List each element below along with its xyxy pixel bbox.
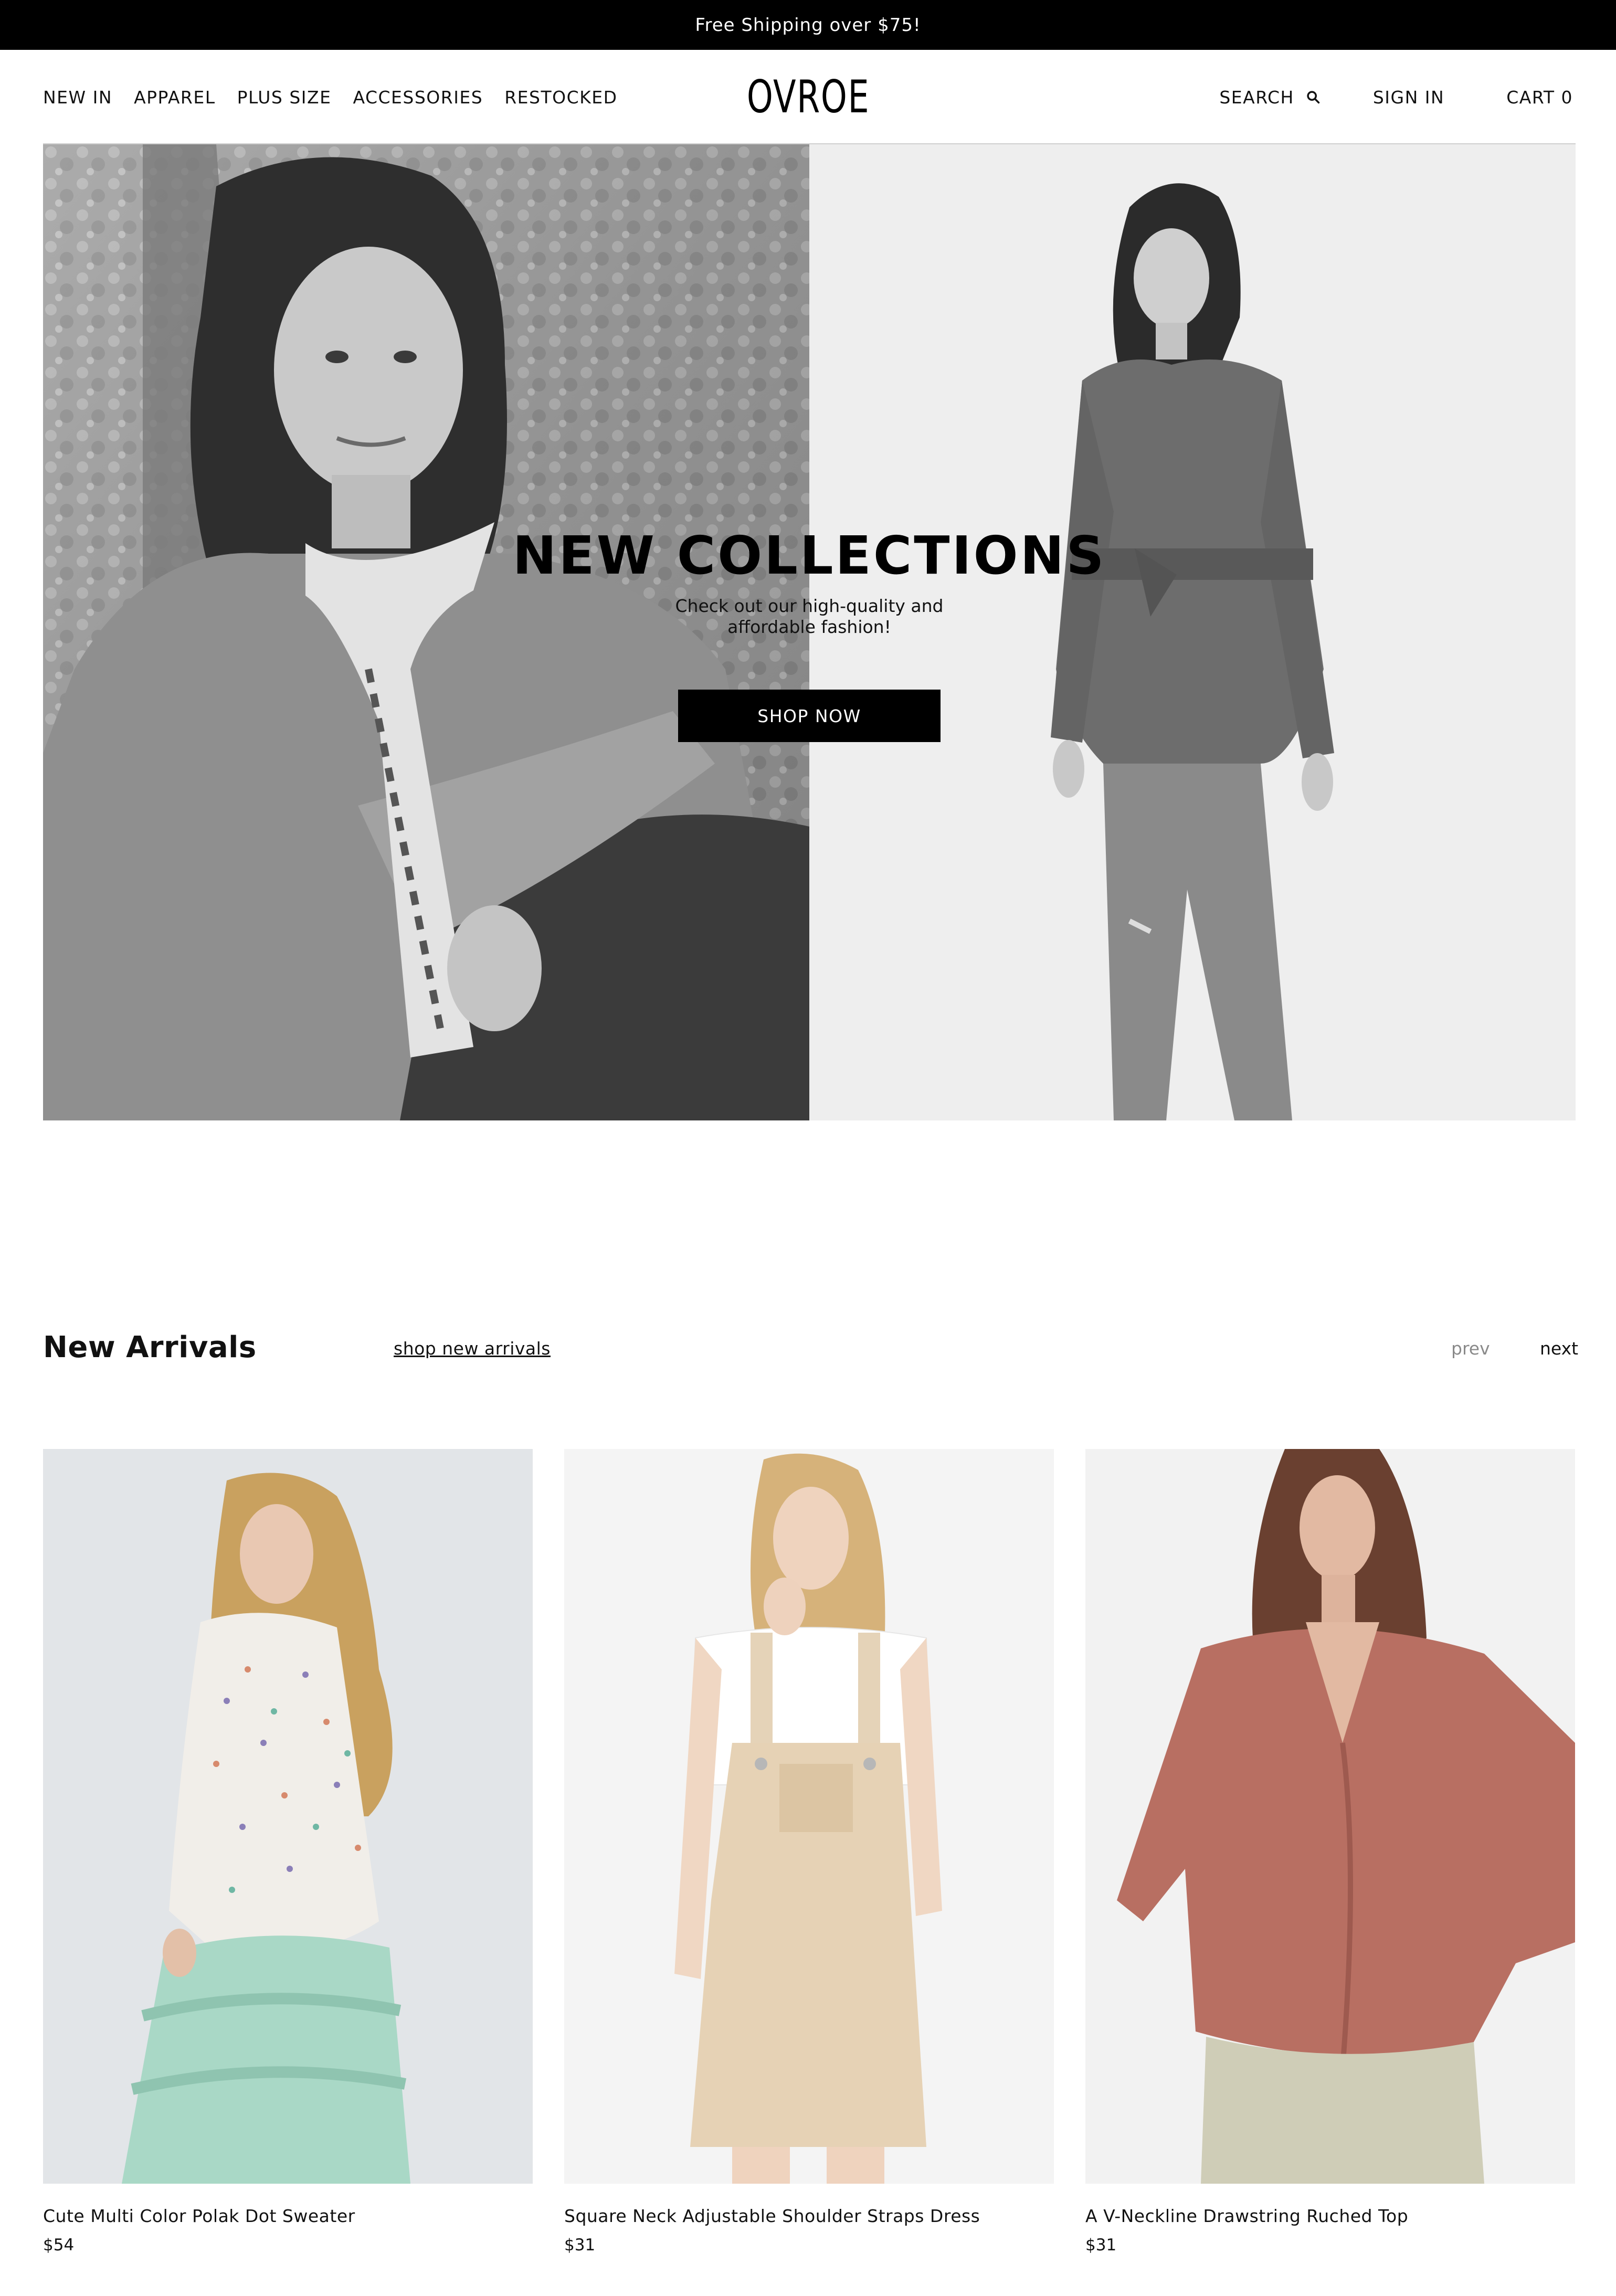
sign-in-link[interactable]: SIGN IN: [1373, 87, 1444, 108]
search-button[interactable]: SEARCH: [1219, 87, 1321, 108]
product-card[interactable]: Cute Multi Color Polak Dot Sweater $54: [43, 1449, 533, 2255]
hero-content: NEW COLLECTIONS Check out our high-quali…: [43, 144, 1576, 1120]
nav-item-accessories[interactable]: ACCESSORIES: [353, 87, 483, 108]
nav-item-apparel[interactable]: APPAREL: [134, 87, 216, 108]
shop-now-button[interactable]: SHOP NOW: [678, 690, 941, 742]
hero-title: NEW COLLECTIONS: [512, 525, 1106, 586]
product-image[interactable]: [43, 1449, 533, 2184]
shop-new-arrivals-link[interactable]: shop new arrivals: [394, 1338, 551, 1359]
product-card[interactable]: A V-Neckline Drawstring Ruched Top $31: [1085, 1449, 1575, 2255]
carousel-prev-button[interactable]: prev: [1451, 1338, 1490, 1359]
carousel-next-button[interactable]: next: [1540, 1338, 1578, 1359]
nav-item-new-in[interactable]: NEW IN: [43, 87, 112, 108]
product-price: $31: [564, 2236, 596, 2255]
product-price: $54: [43, 2236, 75, 2255]
header-actions: SEARCH SIGN IN CART 0: [1219, 50, 1573, 144]
site-logo[interactable]: OVROE: [747, 71, 869, 123]
announcement-text: Free Shipping over $75!: [695, 14, 921, 36]
product-name[interactable]: A V-Neckline Drawstring Ruched Top: [1085, 2206, 1575, 2226]
hero-banner: NEW COLLECTIONS Check out our high-quali…: [43, 144, 1576, 1120]
section-title-new-arrivals: New Arrivals: [43, 1330, 257, 1364]
search-icon: [1307, 91, 1320, 104]
announcement-bar: Free Shipping over $75!: [0, 0, 1616, 50]
product-name[interactable]: Square Neck Adjustable Shoulder Straps D…: [564, 2206, 1054, 2226]
hero-subtitle: Check out our high-quality and affordabl…: [675, 596, 944, 637]
nav-item-plus-size[interactable]: PLUS SIZE: [237, 87, 332, 108]
product-name[interactable]: Cute Multi Color Polak Dot Sweater: [43, 2206, 533, 2226]
product-image[interactable]: [564, 1449, 1054, 2184]
product-image[interactable]: [1085, 1449, 1575, 2184]
product-price: $31: [1085, 2236, 1117, 2255]
nav-item-restocked[interactable]: RESTOCKED: [504, 87, 617, 108]
search-label: SEARCH: [1219, 87, 1294, 108]
main-nav: NEW IN APPAREL PLUS SIZE ACCESSORIES RES…: [43, 50, 639, 144]
product-card[interactable]: Square Neck Adjustable Shoulder Straps D…: [564, 1449, 1054, 2255]
site-header: NEW IN APPAREL PLUS SIZE ACCESSORIES RES…: [0, 50, 1616, 144]
cart-link[interactable]: CART 0: [1506, 87, 1573, 108]
